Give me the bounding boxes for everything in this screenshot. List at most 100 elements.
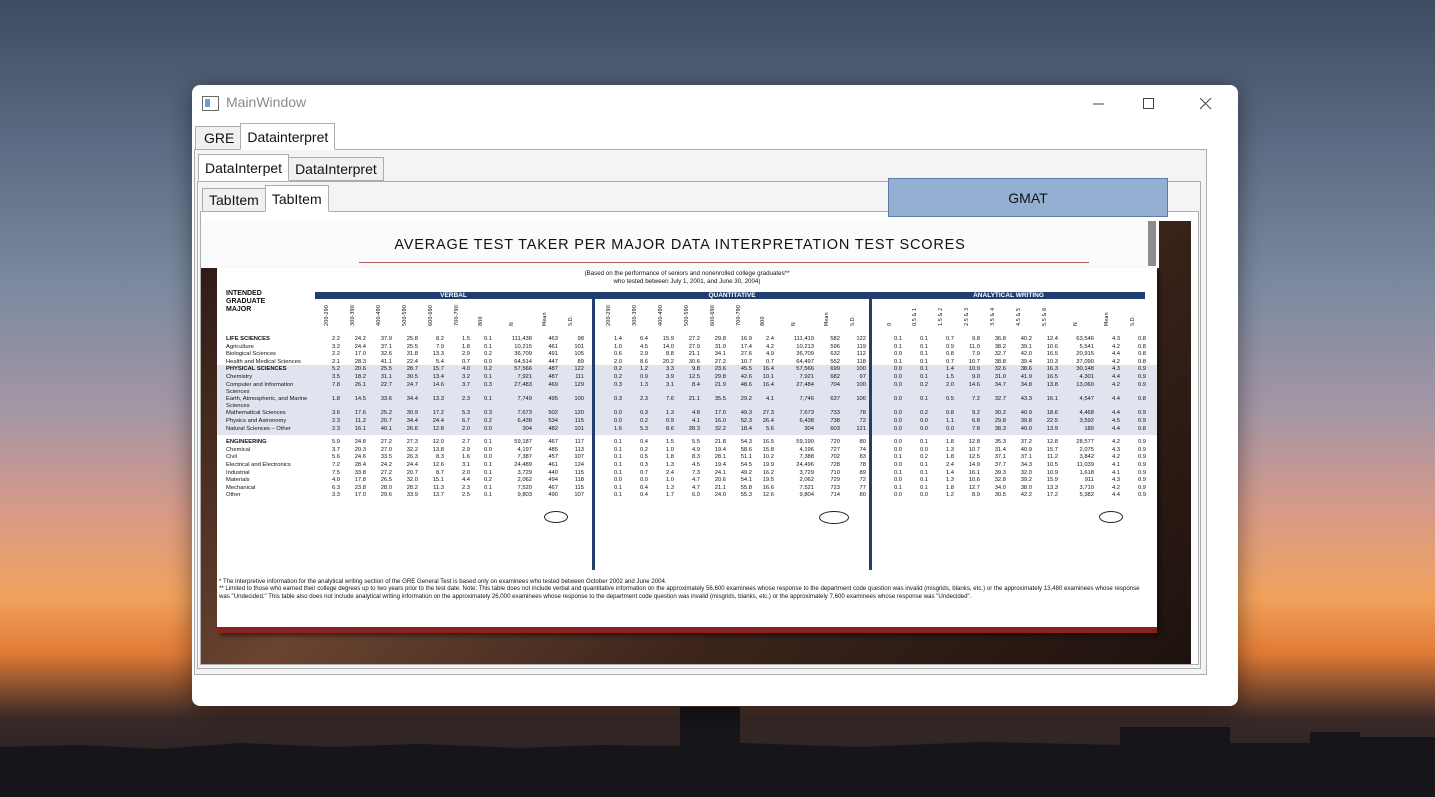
- major-header-line-3: MAJOR: [226, 306, 252, 313]
- table-cell: 3.1: [665, 381, 674, 388]
- table-cell: 13.4: [432, 373, 444, 380]
- table-cell: 24.2: [380, 461, 392, 468]
- table-cell: 0.0: [919, 446, 928, 453]
- table-cell: 461: [548, 343, 558, 350]
- table-cell: 0.0: [893, 461, 902, 468]
- table-cell: 4.8: [691, 410, 700, 417]
- gmat-button[interactable]: GMAT: [888, 178, 1168, 217]
- table-cell: 0.8: [1137, 395, 1146, 402]
- table-cell: 39.3: [994, 469, 1006, 476]
- spacer-cell: [584, 485, 596, 493]
- tab-datainterpet[interactable]: DataInterpet: [198, 154, 290, 181]
- table-cell: 24.8: [354, 439, 366, 446]
- table-cell: 15.1: [432, 477, 444, 484]
- table-cell: 27.6: [740, 351, 752, 358]
- table-cell: 32.6: [994, 366, 1006, 373]
- table-cell: 12.8: [432, 425, 444, 432]
- table-cell: 6.8: [971, 417, 980, 424]
- main-window: MainWindow GRE Datainterpret DataInterpe…: [192, 85, 1238, 706]
- table-cell: 1.1: [945, 417, 954, 424]
- table-cell: 7,673: [799, 410, 814, 417]
- table-cell: 485: [548, 446, 558, 453]
- table-cell: 1.3: [639, 381, 648, 388]
- table-cell: 41.1: [380, 358, 392, 365]
- table-cell: 911: [1084, 477, 1094, 484]
- table-cell: 17.0: [714, 410, 726, 417]
- table-cell: 33.9: [406, 492, 418, 499]
- table-cell: 0.0: [893, 381, 902, 388]
- table-cell: 0.0: [945, 425, 954, 432]
- spacer-cell: [584, 359, 596, 367]
- table-cell: 304: [522, 425, 532, 432]
- table-cell: 0.1: [893, 484, 902, 491]
- tab-tabitem-1[interactable]: TabItem: [202, 188, 266, 212]
- table-cell: 118: [574, 477, 584, 484]
- table-cell: 16.0: [714, 417, 726, 424]
- title-bar[interactable]: MainWindow: [192, 85, 1238, 123]
- column-header: Mean: [1104, 312, 1110, 326]
- minimize-button[interactable]: [1076, 85, 1122, 123]
- table-cell: 0.1: [893, 454, 902, 461]
- table-cell: 0.1: [483, 461, 492, 468]
- table-cell: 22.7: [380, 381, 392, 388]
- table-cell: 4.2: [1111, 358, 1120, 365]
- table-cell: 16.2: [762, 469, 774, 476]
- maximize-button[interactable]: [1126, 85, 1172, 123]
- table-cell: 3.7: [331, 446, 340, 453]
- spacer-cell: [584, 396, 596, 410]
- table-cell: 24,496: [796, 461, 814, 468]
- table-cell: 25.5: [406, 343, 418, 350]
- table-cell: 7,520: [517, 484, 532, 491]
- table-cell: 105: [574, 351, 584, 358]
- table-cell: 120: [574, 410, 584, 417]
- table-cell: 16.4: [762, 366, 774, 373]
- tab-tabitem-2[interactable]: TabItem: [264, 185, 329, 212]
- column-header: 600-690: [428, 305, 434, 326]
- table-cell: 5,382: [1079, 492, 1094, 499]
- column-header: 0.5 & 1: [912, 307, 918, 326]
- table-cell: 13.8: [432, 446, 444, 453]
- table-cell: 2.3: [331, 425, 340, 432]
- score-table-image: AVERAGE TEST TAKER PER MAJOR DATA INTERP…: [201, 221, 1191, 664]
- table-cell: 106: [856, 395, 866, 402]
- table-cell: 0.2: [639, 417, 648, 424]
- image-scrollbar[interactable]: [1148, 221, 1156, 266]
- table-cell: 4.4: [1111, 492, 1120, 499]
- table-cell: 23.6: [714, 366, 726, 373]
- table-cell: 32.2: [714, 425, 726, 432]
- table-cell: 29.8: [994, 417, 1006, 424]
- table-cell: 40.9: [1020, 446, 1032, 453]
- table-cell: 16.6: [762, 484, 774, 491]
- table-cell: 16.5: [762, 439, 774, 446]
- table-cell: 24.4: [432, 417, 444, 424]
- table-cell: 10.1: [762, 373, 774, 380]
- column-header: 300-390: [632, 305, 638, 326]
- table-cell: 2.1: [331, 358, 340, 365]
- table-cell: 24.6: [354, 454, 366, 461]
- table-cell: 31.0: [714, 343, 726, 350]
- table-cell: 0.5: [945, 395, 954, 402]
- table-cell: 7.8: [971, 425, 980, 432]
- table-cell: 34.0: [994, 484, 1006, 491]
- table-cell: 30.5: [406, 373, 418, 380]
- table-cell: 0.3: [639, 461, 648, 468]
- tab-gre[interactable]: GRE: [195, 126, 242, 150]
- table-cell: 13.7: [432, 492, 444, 499]
- table-cell: 21.1: [688, 351, 700, 358]
- tab-datainterpret-2[interactable]: DataInterpret: [288, 157, 384, 181]
- table-cell: 0.0: [483, 454, 492, 461]
- middle-tab-strip: DataInterpet DataInterpret: [198, 154, 384, 181]
- table-cell: 495: [548, 395, 558, 402]
- table-cell: 710: [830, 469, 840, 476]
- column-header: 800: [760, 316, 766, 326]
- spacer-cell: [584, 454, 596, 462]
- table-cell: 0.1: [613, 469, 622, 476]
- table-cell: 7,673: [517, 410, 532, 417]
- close-button[interactable]: [1183, 85, 1229, 123]
- table-cell: 16.1: [968, 469, 980, 476]
- quantitative-section-header: QUANTITATIVE: [595, 292, 869, 299]
- table-cell: 4.1: [1111, 469, 1120, 476]
- table-cell: 1.0: [665, 446, 674, 453]
- table-cell: 111,438: [511, 336, 532, 342]
- tab-datainterpret[interactable]: Datainterpret: [240, 123, 336, 150]
